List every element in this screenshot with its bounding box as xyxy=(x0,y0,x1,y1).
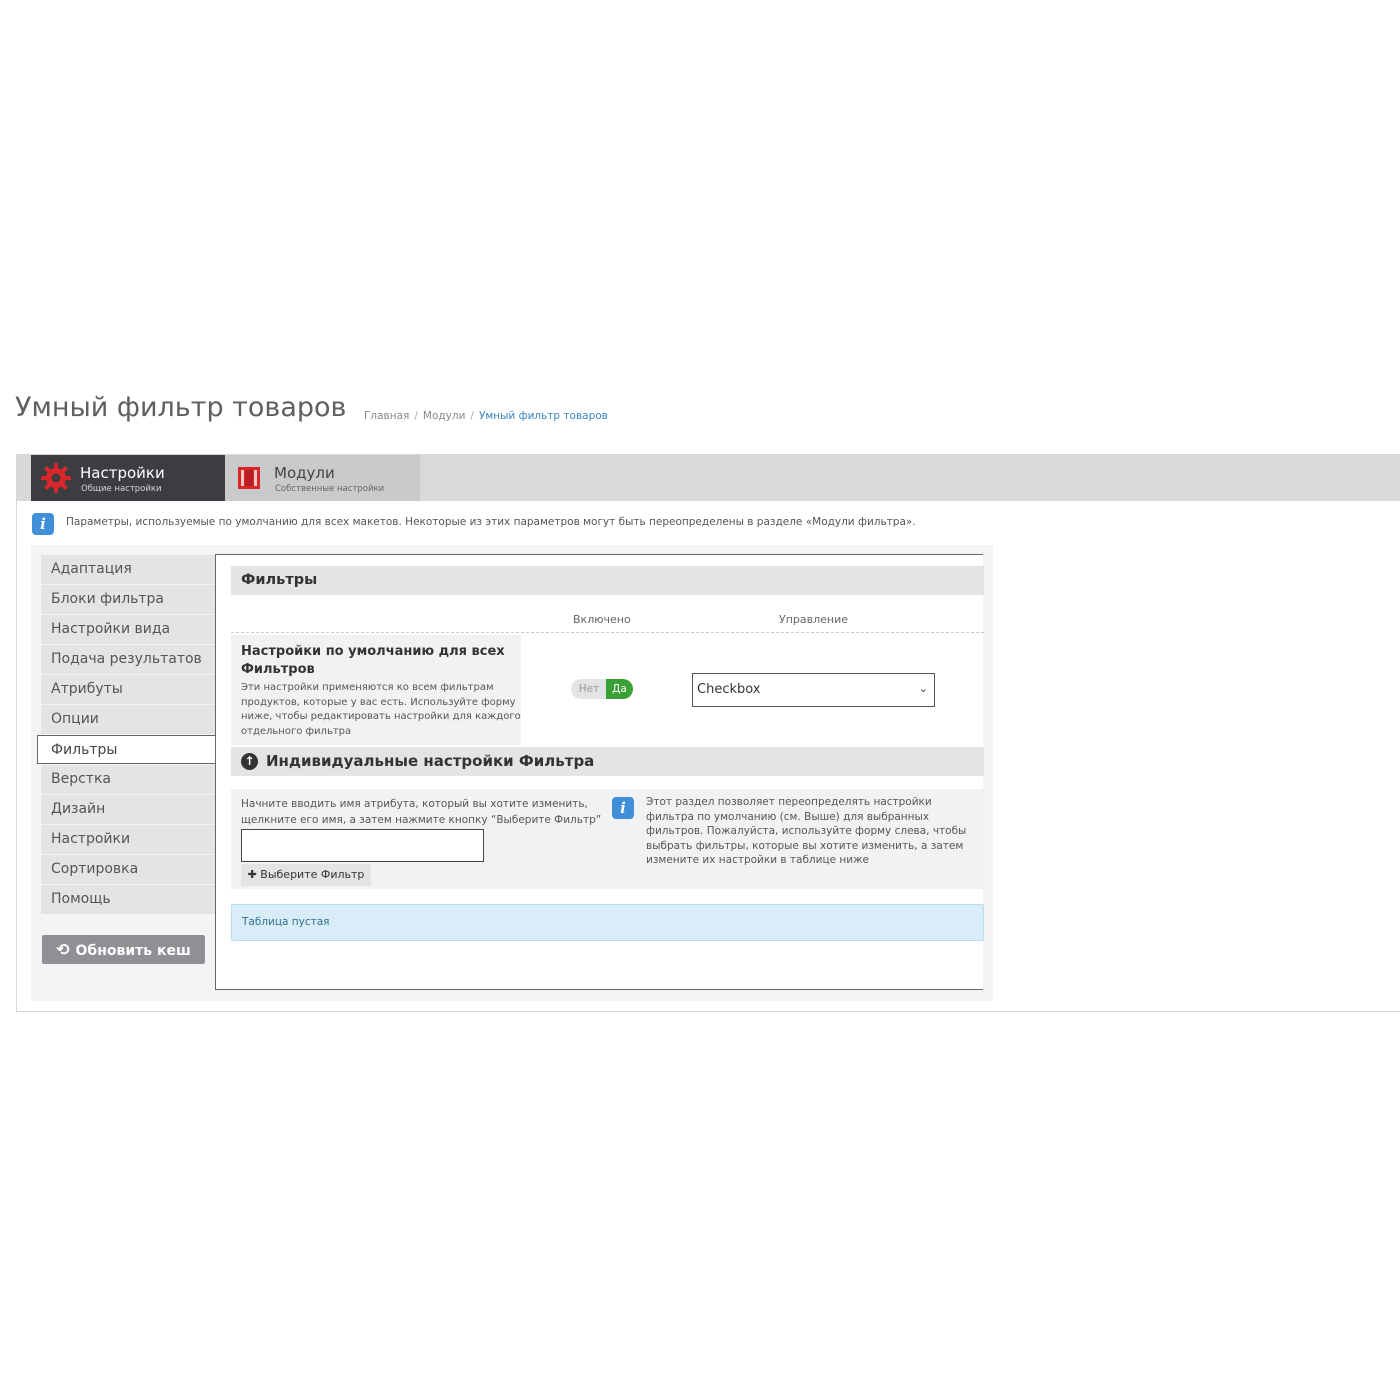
defaults-title: Настройки по умолчанию для всех Фильтров xyxy=(241,644,505,677)
arrow-up-circle-icon[interactable]: ↑ xyxy=(241,753,258,770)
plus-icon: ✚ xyxy=(247,868,261,881)
info-icon: i xyxy=(612,797,634,819)
info-note-text: Параметры, используемые по умолчанию для… xyxy=(66,516,916,528)
filters-content: Фильтры Включено Управление Настройки по… xyxy=(215,554,984,990)
control-type-select[interactable]: Checkbox ⌄ xyxy=(692,673,935,707)
sidebar: Адаптация Блоки фильтра Настройки вида П… xyxy=(37,555,215,915)
breadcrumb: Главная / Модули / Умный фильтр товаров xyxy=(364,410,608,422)
individual-section-title: Индивидуальные настройки Фильтра xyxy=(266,752,595,770)
column-control: Управление xyxy=(779,613,849,626)
individual-section-header: ↑ Индивидуальные настройки Фильтра xyxy=(231,747,984,776)
sidebar-item-results[interactable]: Подача результатов xyxy=(41,645,215,674)
sidebar-item-help[interactable]: Помощь xyxy=(41,885,215,914)
chevron-down-icon: ⌄ xyxy=(918,682,928,695)
tab-modules-subtitle: Собственные настройки xyxy=(275,484,385,494)
select-filter-button[interactable]: ✚ Выберите Фильтр xyxy=(241,864,371,886)
enabled-toggle[interactable]: Нет Да xyxy=(571,679,633,699)
info-note: i Параметры, используемые по умолчанию д… xyxy=(31,513,991,535)
sidebar-item-design[interactable]: Дизайн xyxy=(41,795,215,824)
empty-table-alert: Таблица пустая xyxy=(231,904,984,941)
sidebar-item-filters[interactable]: Фильтры xyxy=(37,735,215,764)
tab-settings-title: Настройки xyxy=(80,464,165,482)
refresh-cache-button[interactable]: ⟲ Обновить кеш xyxy=(42,935,205,964)
sidebar-item-settings[interactable]: Настройки xyxy=(41,825,215,854)
breadcrumb-home[interactable]: Главная xyxy=(364,410,409,422)
sidebar-item-attributes[interactable]: Атрибуты xyxy=(41,675,215,704)
individual-prompt: Начните вводить имя атрибута, который вы… xyxy=(241,798,602,826)
toggle-yes-option[interactable]: Да xyxy=(606,679,633,699)
tab-modules-title: Модули xyxy=(274,464,335,482)
sidebar-item-view-settings[interactable]: Настройки вида xyxy=(41,615,215,644)
modules-icon xyxy=(238,467,260,489)
breadcrumb-current[interactable]: Умный фильтр товаров xyxy=(479,410,608,422)
refresh-icon: ⟲ xyxy=(56,940,70,959)
toggle-no-option[interactable]: Нет xyxy=(571,679,607,699)
attribute-search-input[interactable] xyxy=(241,829,484,862)
sidebar-item-sorting[interactable]: Сортировка xyxy=(41,855,215,884)
breadcrumb-modules[interactable]: Модули xyxy=(423,410,466,422)
defaults-row-label: Настройки по умолчанию для всех Фильтров… xyxy=(231,635,521,745)
filters-section-title: Фильтры xyxy=(231,566,984,595)
page-title: Умный фильтр товаров xyxy=(15,392,347,423)
tab-settings-subtitle: Общие настройки xyxy=(81,484,162,494)
individual-settings-box: Начните вводить имя атрибута, который вы… xyxy=(231,789,984,889)
sidebar-item-options[interactable]: Опции xyxy=(41,705,215,734)
gear-icon xyxy=(41,463,71,493)
select-filter-label: Выберите Фильтр xyxy=(260,868,365,881)
individual-help-text: Этот раздел позволяет переопределять нас… xyxy=(646,796,967,866)
column-enabled: Включено xyxy=(573,613,631,626)
tab-bar: Настройки Общие настройки Модули Собстве… xyxy=(17,455,1400,501)
refresh-cache-label: Обновить кеш xyxy=(75,943,191,959)
control-type-value: Checkbox xyxy=(697,682,761,697)
tab-modules[interactable]: Модули Собственные настройки xyxy=(225,455,420,501)
info-icon: i xyxy=(32,513,54,535)
sidebar-item-filter-blocks[interactable]: Блоки фильтра xyxy=(41,585,215,614)
sidebar-item-adaptation[interactable]: Адаптация xyxy=(41,555,215,584)
tab-settings[interactable]: Настройки Общие настройки xyxy=(31,455,225,501)
sidebar-item-layout[interactable]: Верстка xyxy=(41,765,215,794)
module-frame: Настройки Общие настройки Модули Собстве… xyxy=(16,454,1400,1012)
defaults-description: Эти настройки применяются ко всем фильтр… xyxy=(241,682,521,737)
filters-column-headers: Включено Управление xyxy=(231,597,984,633)
settings-panel: Адаптация Блоки фильтра Настройки вида П… xyxy=(31,545,993,1001)
